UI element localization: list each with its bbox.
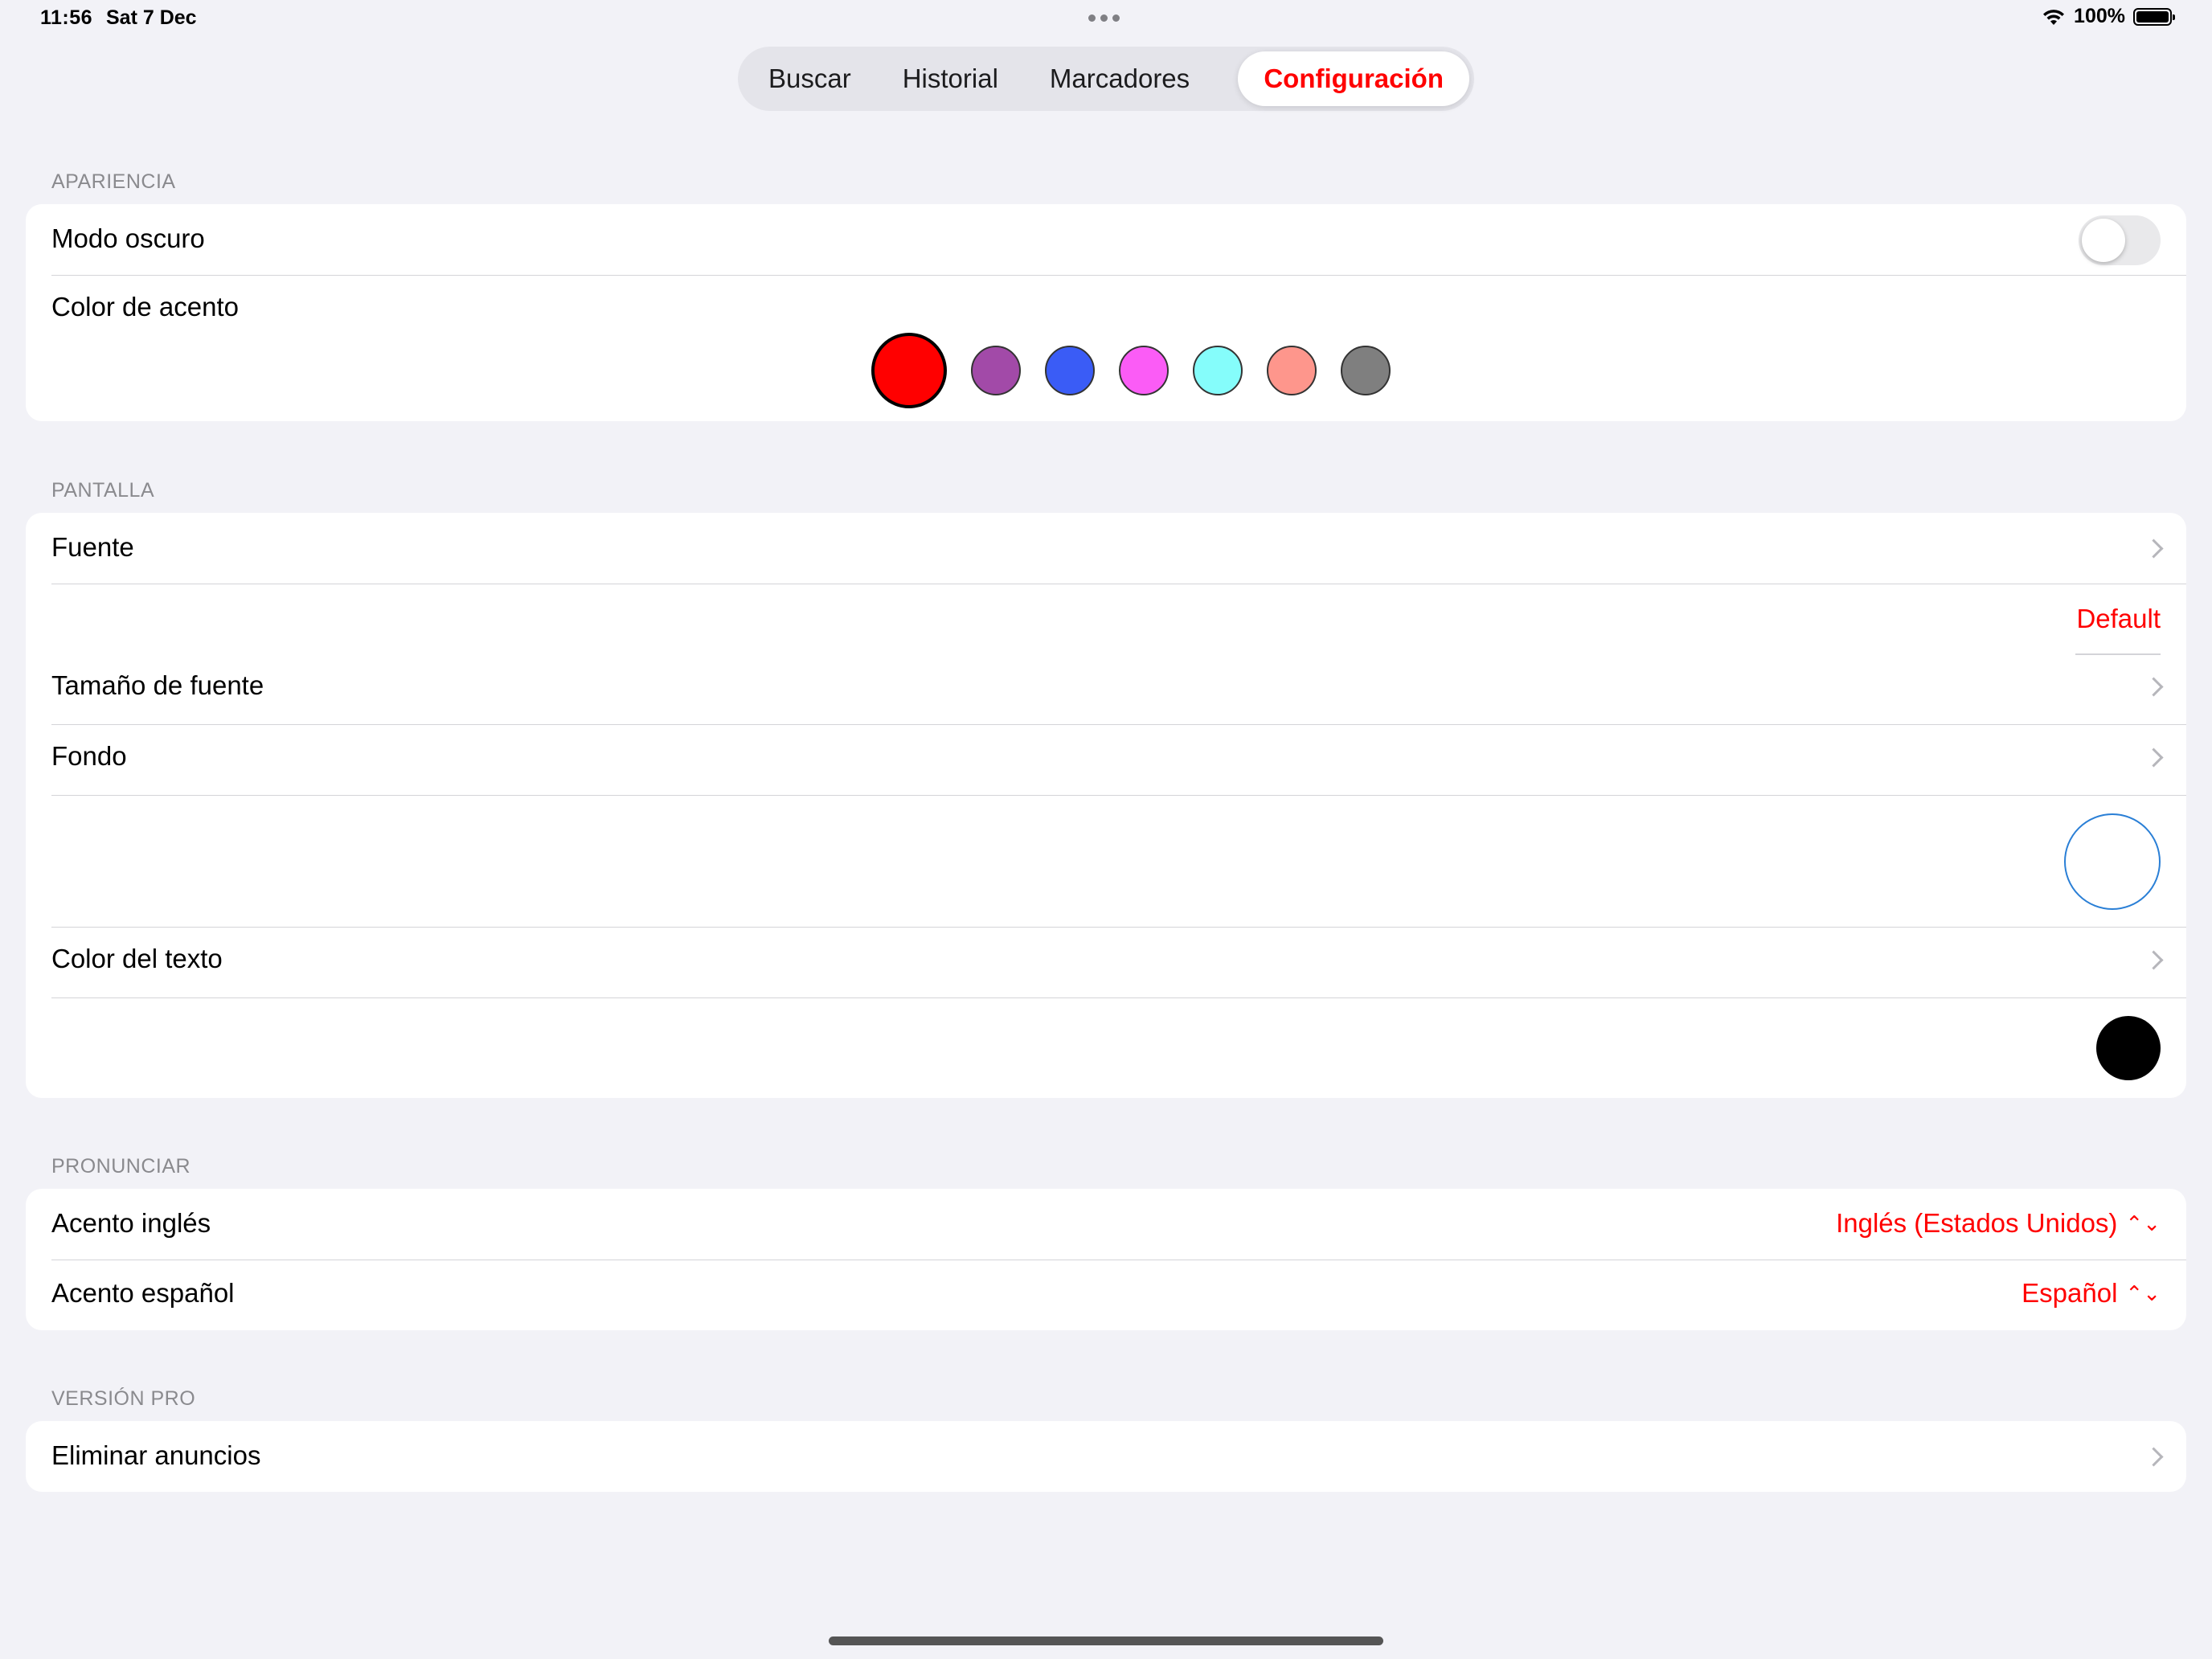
dark-mode-row: Modo oscuro — [26, 204, 2186, 275]
tab-configuracion[interactable]: Configuración — [1238, 51, 1469, 106]
chevron-right-icon — [2144, 539, 2164, 559]
accent-swatch-3[interactable] — [1045, 346, 1095, 395]
apariencia-card: Modo oscuro Color de acento — [26, 204, 2186, 421]
remove-ads-label: Eliminar anuncios — [51, 1440, 261, 1470]
english-accent-row: Acento inglés Inglés (Estados Unidos) ⌃⌄ — [26, 1189, 2186, 1260]
status-time: 11:56 — [40, 6, 93, 29]
multitasking-dots-icon[interactable] — [1088, 14, 1120, 22]
tab-historial[interactable]: Historial — [877, 51, 1024, 106]
background-row[interactable]: Fondo — [26, 725, 2186, 796]
font-size-label: Tamaño de fuente — [51, 670, 264, 700]
status-indicators: 100% — [2042, 5, 2175, 28]
font-label: Fuente — [51, 532, 134, 562]
accent-swatch-4[interactable] — [1119, 346, 1169, 395]
dark-mode-toggle[interactable] — [2079, 215, 2161, 265]
home-indicator[interactable] — [829, 1636, 1383, 1645]
toggle-knob — [2082, 219, 2125, 262]
english-accent-picker[interactable]: Inglés (Estados Unidos) ⌃⌄ — [1836, 1208, 2161, 1239]
chevron-right-icon — [2144, 1447, 2164, 1467]
section-header-version-pro: VERSIÓN PRO — [51, 1387, 196, 1410]
section-header-pantalla: PANTALLA — [51, 479, 155, 502]
accent-swatch-7[interactable] — [1341, 346, 1391, 395]
text-color-row[interactable]: Color del texto — [26, 928, 2186, 998]
font-value-row: Default — [26, 584, 2186, 654]
text-color-label: Color del texto — [51, 944, 223, 973]
accent-color-label: Color de acento — [51, 292, 239, 322]
section-header-apariencia: APARIENCIA — [51, 170, 176, 193]
font-size-row[interactable]: Tamaño de fuente — [26, 654, 2186, 725]
font-value[interactable]: Default — [2076, 604, 2161, 634]
section-header-pronunciar: PRONUNCIAR — [51, 1155, 191, 1178]
text-color-swatch-row — [26, 998, 2186, 1098]
accent-swatch-6[interactable] — [1267, 346, 1317, 395]
english-accent-value: Inglés (Estados Unidos) — [1836, 1208, 2118, 1238]
english-accent-label: Acento inglés — [51, 1208, 211, 1238]
battery-icon — [2133, 7, 2175, 26]
tab-marcadores[interactable]: Marcadores — [1024, 51, 1215, 106]
tab-buscar[interactable]: Buscar — [743, 51, 877, 106]
chevron-right-icon — [2144, 748, 2164, 768]
segmented-tab-bar: Buscar Historial Marcadores Configuració… — [738, 47, 1474, 111]
background-color-row — [26, 796, 2186, 928]
spanish-accent-row: Acento español Español ⌃⌄ — [26, 1260, 2186, 1330]
background-color-swatch[interactable] — [2064, 813, 2161, 910]
accent-color-swatches — [871, 333, 1391, 408]
chevron-right-icon — [2144, 950, 2164, 970]
chevron-right-icon — [2144, 677, 2164, 697]
status-date: Sat 7 Dec — [106, 6, 197, 29]
text-color-swatch[interactable] — [2096, 1016, 2161, 1080]
background-label: Fondo — [51, 741, 127, 771]
accent-swatch-2[interactable] — [971, 346, 1021, 395]
wifi-icon — [2043, 9, 2065, 25]
chevron-updown-icon: ⌃⌄ — [2125, 1281, 2161, 1305]
accent-swatch-1[interactable] — [871, 333, 947, 408]
font-row[interactable]: Fuente — [26, 513, 2186, 584]
spanish-accent-value: Español — [2022, 1278, 2118, 1308]
pro-card: Eliminar anuncios — [26, 1421, 2186, 1492]
spanish-accent-picker[interactable]: Español ⌃⌄ — [2022, 1278, 2161, 1309]
remove-ads-row[interactable]: Eliminar anuncios — [26, 1421, 2186, 1492]
pronunciar-card: Acento inglés Inglés (Estados Unidos) ⌃⌄… — [26, 1189, 2186, 1330]
status-bar: 11:56 Sat 7 Dec 100% — [0, 0, 2212, 40]
battery-percentage: 100% — [2074, 5, 2125, 27]
dark-mode-label: Modo oscuro — [51, 223, 205, 253]
chevron-updown-icon: ⌃⌄ — [2125, 1211, 2161, 1235]
spanish-accent-label: Acento español — [51, 1278, 235, 1308]
pantalla-card: Fuente Default Tamaño de fuente Fondo Co… — [26, 513, 2186, 1098]
accent-swatch-5[interactable] — [1193, 346, 1243, 395]
